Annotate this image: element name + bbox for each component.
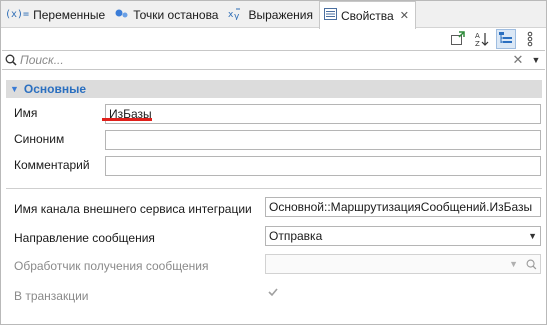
properties-icon [324,8,337,23]
sort-alphabetically-button[interactable]: AZ [472,29,492,49]
highlight-underline [102,118,152,121]
pin-icon [451,31,465,45]
tab-variables[interactable]: (x)= Переменные [1,1,111,28]
name-value: ИзБазы [109,107,152,121]
tab-label: Переменные [33,7,106,22]
svg-text:A: A [475,32,480,40]
channel-value: Основной::МаршрутизацияСообщений.ИзБазы [269,200,533,214]
section-title: Основные [23,82,87,96]
variables-icon: (x)= [5,9,30,20]
transaction-checkbox[interactable] [266,286,280,300]
direction-label: Направление сообщения [14,231,155,245]
transaction-label: В транзакции [14,289,89,303]
name-label: Имя [14,106,38,120]
properties-view: (x)= Переменные Точки останова xy Выраже… [0,0,547,325]
view-toolbar: AZ [448,29,540,49]
clear-search-icon[interactable]: ✕ [509,52,527,68]
chevron-down-icon[interactable]: ▼ [509,259,518,269]
synonym-field[interactable] [105,130,541,150]
handler-label: Обработчик получения сообщения [14,259,209,273]
comment-label: Комментарий [14,158,90,172]
tab-label: Точки останова [133,7,219,22]
search-input[interactable] [20,53,509,67]
search-icon [2,54,20,66]
chevron-down-icon[interactable]: ▼ [528,231,537,241]
close-icon[interactable]: ✕ [400,9,409,22]
more-vertical-icon [527,31,533,47]
tab-label: Выражения [248,7,313,22]
svg-text:Z: Z [475,40,480,47]
search-options-dropdown-icon[interactable]: ▼ [527,55,545,65]
search-icon[interactable] [526,259,537,270]
checkmark-icon [268,288,278,297]
sort-az-icon: AZ [475,32,489,47]
search-bar: ✕ ▼ [2,50,545,70]
svg-text:y: y [234,12,240,20]
categories-icon [499,32,512,43]
separator [6,188,542,189]
tab-label: Свойства [341,8,394,23]
handler-select[interactable]: ▼ [265,254,541,274]
channel-label: Имя канала внешнего сервиса интеграции [14,202,252,216]
breakpoints-icon [115,7,129,22]
direction-select[interactable]: Отправка ▼ [265,226,541,246]
name-field[interactable]: ИзБазы [105,104,541,124]
view-menu-button[interactable] [520,29,540,49]
pin-to-selection-button[interactable] [448,29,468,49]
synonym-label: Синоним [14,132,65,146]
comment-field[interactable] [105,156,541,176]
direction-value: Отправка [269,229,323,243]
expressions-icon: xy [228,7,244,23]
show-categories-button[interactable] [496,29,516,49]
tab-breakpoints[interactable]: Точки останова [111,1,224,28]
tab-expressions[interactable]: xy Выражения [224,1,319,28]
tab-properties[interactable]: Свойства ✕ [319,1,416,29]
section-header-general[interactable]: ▼ Основные [6,80,542,98]
tab-bar: (x)= Переменные Точки останова xy Выраже… [1,1,546,29]
channel-field[interactable]: Основной::МаршрутизацияСообщений.ИзБазы [265,197,541,217]
collapse-arrow-icon[interactable]: ▼ [10,84,19,94]
